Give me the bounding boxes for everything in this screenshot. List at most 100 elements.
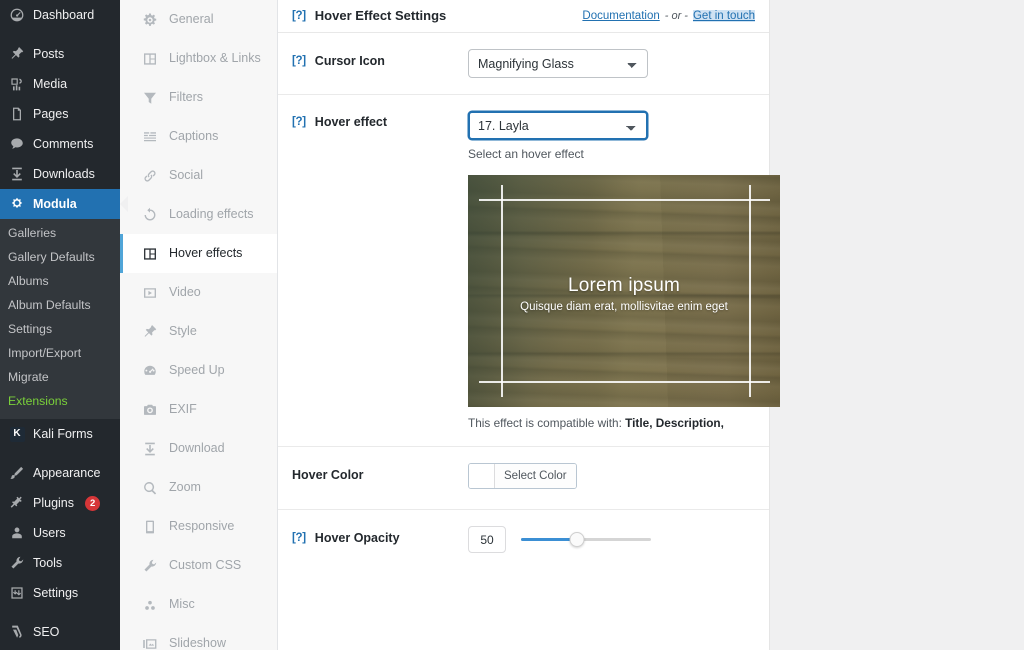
help-icon[interactable]: [?] xyxy=(292,10,306,22)
video-icon xyxy=(142,285,158,301)
tab-general[interactable]: General xyxy=(120,0,277,39)
sidebar-item-label: Downloads xyxy=(33,167,95,181)
tab-filters[interactable]: Filters xyxy=(120,78,277,117)
hover-opacity-slider[interactable] xyxy=(521,532,651,548)
slider-handle[interactable] xyxy=(569,532,585,547)
tab-responsive[interactable]: Responsive xyxy=(120,507,277,546)
page-title: Hover Effect Settings xyxy=(314,8,447,23)
kali-forms-icon: K xyxy=(8,425,26,443)
submenu-item-import-export[interactable]: Import/Export xyxy=(0,341,120,365)
sidebar-item-tools[interactable]: Tools xyxy=(0,548,120,578)
sidebar-item-dashboard[interactable]: Dashboard xyxy=(0,0,120,30)
help-icon[interactable]: [?] xyxy=(292,116,306,128)
color-swatch[interactable] xyxy=(469,464,495,488)
tab-captions[interactable]: Captions xyxy=(120,117,277,156)
tab-label: Slideshow xyxy=(169,636,226,650)
hover-color-label: Hover Color xyxy=(292,468,364,482)
sidebar-item-plugins[interactable]: Plugins 2 xyxy=(0,488,120,518)
tab-loading-effects[interactable]: Loading effects xyxy=(120,195,277,234)
tab-download[interactable]: Download xyxy=(120,429,277,468)
hover-color-label-group: Hover Color xyxy=(292,463,468,482)
help-icon[interactable]: [?] xyxy=(292,532,306,544)
sidebar-item-pages[interactable]: Pages xyxy=(0,99,120,129)
sidebar-item-settings[interactable]: Settings xyxy=(0,578,120,608)
tab-custom-css[interactable]: Custom CSS xyxy=(120,546,277,585)
sidebar-item-kali-forms[interactable]: K Kali Forms xyxy=(0,419,120,449)
plugins-update-badge: 2 xyxy=(85,495,101,511)
submenu-item-gallery-defaults[interactable]: Gallery Defaults xyxy=(0,245,120,269)
sidebar-item-comments[interactable]: Comments xyxy=(0,129,120,159)
sidebar-item-downloads[interactable]: Downloads xyxy=(0,159,120,189)
compatibility-prefix: This effect is compatible with: xyxy=(468,416,622,430)
hover-effect-hint: Select an hover effect xyxy=(468,147,584,161)
hover-effect-select[interactable]: 17. Layla xyxy=(468,111,648,140)
tab-speed-up[interactable]: Speed Up xyxy=(120,351,277,390)
sidebar-item-label: Appearance xyxy=(33,466,101,480)
or-separator: - or - xyxy=(664,9,688,22)
tab-style[interactable]: Style xyxy=(120,312,277,351)
settings-icon xyxy=(8,584,26,602)
tab-label: Social xyxy=(169,168,204,182)
dots-icon xyxy=(142,597,158,613)
modula-icon xyxy=(8,195,26,213)
wrench-icon xyxy=(8,554,26,572)
preview-frame-line-top xyxy=(479,199,770,201)
yoast-seo-icon xyxy=(8,623,26,641)
row-hover-opacity: [?] Hover Opacity 50 xyxy=(278,510,769,569)
sidebar-item-media[interactable]: Media xyxy=(0,69,120,99)
sidebar-item-appearance[interactable]: Appearance xyxy=(0,458,120,488)
sidebar-item-label: Kali Forms xyxy=(33,427,93,441)
sidebar-item-label: Pages xyxy=(33,107,69,121)
sidebar-item-users[interactable]: Users xyxy=(0,518,120,548)
tab-label: Misc xyxy=(169,597,195,611)
get-in-touch-link[interactable]: Get in touch xyxy=(692,9,755,22)
cursor-icon-field: Magnifying GlassPlusZoom InPointerNone xyxy=(468,49,755,78)
submenu-item-extensions[interactable]: Extensions xyxy=(0,389,120,413)
hover-effect-label-group: [?] Hover effect xyxy=(292,111,468,129)
cursor-icon-label: Cursor Icon xyxy=(314,54,385,68)
tab-slideshow[interactable]: Slideshow xyxy=(120,624,277,650)
sidebar-item-label: Media xyxy=(33,77,68,91)
tab-label: General xyxy=(169,12,214,26)
cursor-icon-select[interactable]: Magnifying GlassPlusZoom InPointerNone xyxy=(468,49,648,78)
tab-video[interactable]: Video xyxy=(120,273,277,312)
submenu-item-settings[interactable]: Settings xyxy=(0,317,120,341)
tab-social[interactable]: Social xyxy=(120,156,277,195)
compatibility-note: This effect is compatible with: Title, D… xyxy=(468,416,780,430)
sidebar-item-posts[interactable]: Posts xyxy=(0,39,120,69)
tab-label: Loading effects xyxy=(169,207,254,221)
admin-menu-bottom-group: K Kali Forms Appearance Plugins 2 Users Tools S… xyxy=(0,419,120,650)
submenu-item-album-defaults[interactable]: Album Defaults xyxy=(0,293,120,317)
tab-hover-effects[interactable]: Hover effects xyxy=(120,234,277,273)
tab-lightbox-links[interactable]: Lightbox & Links xyxy=(120,39,277,78)
sidebar-item-label: SEO xyxy=(33,625,60,639)
modula-settings-tabs: General Lightbox & Links Filters Captions So… xyxy=(120,0,278,650)
pin-icon xyxy=(142,324,158,340)
hover-effect-preview: Lorem ipsum Quisque diam erat, mollisvit… xyxy=(468,175,780,407)
admin-menu-top-group: Dashboard Posts Media Pages Comments Download… xyxy=(0,0,128,219)
hover-color-picker[interactable]: Select Color xyxy=(468,463,577,489)
gauge-icon xyxy=(142,363,158,379)
submenu-item-migrate[interactable]: Migrate xyxy=(0,365,120,389)
help-icon[interactable]: [?] xyxy=(292,55,306,67)
magnifier-icon xyxy=(142,480,158,496)
documentation-link[interactable]: Documentation xyxy=(582,10,659,22)
comment-icon xyxy=(8,135,26,153)
submenu-item-galleries[interactable]: Galleries xyxy=(0,221,120,245)
tab-label: Custom CSS xyxy=(169,558,242,572)
sidebar-item-seo[interactable]: SEO xyxy=(0,617,120,647)
settings-content-area: [?] Hover Effect Settings Documentation … xyxy=(278,0,1024,650)
tab-zoom[interactable]: Zoom xyxy=(120,468,277,507)
hover-effect-label: Hover effect xyxy=(314,115,388,129)
sidebar-item-modula[interactable]: Modula xyxy=(0,189,128,219)
hover-opacity-field: 50 xyxy=(468,526,755,553)
tab-misc[interactable]: Misc xyxy=(120,585,277,624)
wrench-icon xyxy=(142,558,158,574)
tab-exif[interactable]: EXIF xyxy=(120,390,277,429)
users-icon xyxy=(8,524,26,542)
hover-opacity-input[interactable]: 50 xyxy=(468,526,506,553)
sidebar-item-label: Posts xyxy=(33,47,65,61)
select-color-label[interactable]: Select Color xyxy=(495,464,576,488)
tab-label: Speed Up xyxy=(169,363,225,377)
submenu-item-albums[interactable]: Albums xyxy=(0,269,120,293)
